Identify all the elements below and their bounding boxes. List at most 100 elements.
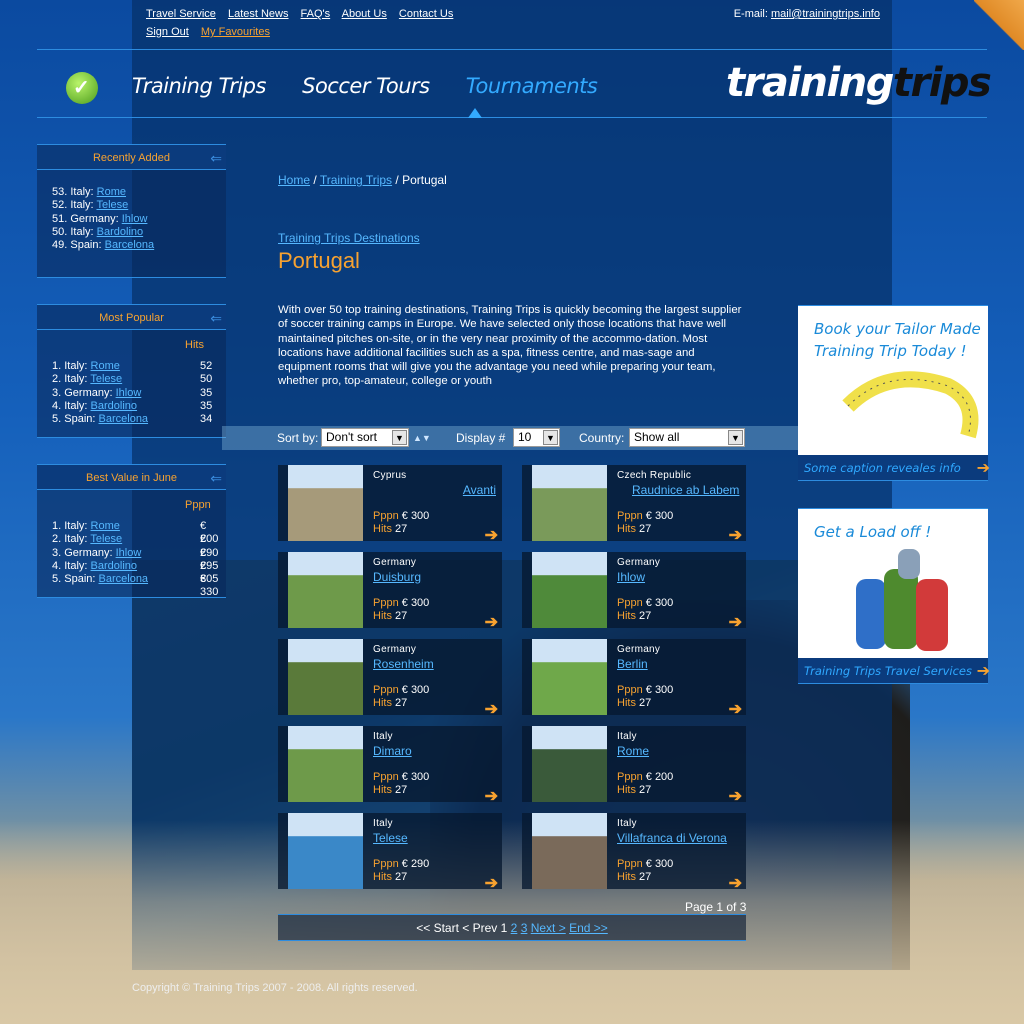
card-city-link[interactable]: Ihlow bbox=[617, 570, 645, 584]
card-hits: Hits 27 bbox=[617, 697, 652, 709]
pager-prev[interactable]: < Prev bbox=[462, 921, 497, 935]
card-city-link[interactable]: Villafranca di Verona bbox=[617, 831, 727, 845]
destination-card[interactable]: Germany Ihlow Pppn € 300 Hits 27 ➔ bbox=[522, 552, 746, 631]
email-link[interactable]: mail@trainingtrips.info bbox=[771, 8, 880, 20]
breadcrumb-home[interactable]: Home bbox=[278, 173, 310, 187]
city-link[interactable]: Rome bbox=[91, 520, 120, 532]
logo[interactable]: trainingtrips bbox=[726, 60, 992, 106]
city-link[interactable]: Telese bbox=[96, 199, 128, 211]
top-link-about-us[interactable]: About Us bbox=[342, 8, 387, 20]
sort-direction-icon[interactable]: ▲▼ bbox=[413, 433, 431, 443]
top-link-latest-news[interactable]: Latest News bbox=[228, 8, 289, 20]
city-link[interactable]: Rome bbox=[91, 360, 120, 372]
card-city-link[interactable]: Telese bbox=[373, 831, 408, 845]
nav-soccer-tours[interactable]: Soccer Tours bbox=[302, 74, 430, 98]
nav-training-trips[interactable]: Training Trips bbox=[132, 74, 266, 98]
country-select[interactable]: Show all ▼ bbox=[629, 428, 745, 447]
destination-card[interactable]: Germany Rosenheim Pppn € 300 Hits 27 ➔ bbox=[278, 639, 502, 718]
destination-card[interactable]: Czech Republic Raudnice ab Labem Pppn € 30… bbox=[522, 465, 746, 544]
pager-page-3[interactable]: 3 bbox=[521, 921, 528, 935]
card-city-link[interactable]: Rome bbox=[617, 744, 649, 758]
card-city-link[interactable]: Duisburg bbox=[373, 570, 421, 584]
pager-start[interactable]: << Start bbox=[416, 921, 459, 935]
arrow-right-icon[interactable]: ➔ bbox=[485, 612, 498, 632]
destination-card[interactable]: Cyprus Avanti Pppn € 300 Hits 27 ➔ bbox=[278, 465, 502, 544]
top-links: Travel Service Latest News FAQ's About U… bbox=[146, 8, 462, 20]
arrow-right-icon[interactable]: ➔ bbox=[729, 873, 742, 893]
arrow-right-icon[interactable]: ➔ bbox=[729, 699, 742, 719]
collapse-arrow-icon[interactable]: ⇐ bbox=[210, 465, 222, 491]
my-favourites-link[interactable]: My Favourites bbox=[201, 26, 270, 38]
card-hits: Hits 27 bbox=[373, 871, 408, 883]
sign-out-link[interactable]: Sign Out bbox=[146, 26, 189, 38]
city-link[interactable]: Barcelona bbox=[105, 239, 155, 251]
city-link[interactable]: Bardolino bbox=[91, 400, 137, 412]
arrow-right-icon[interactable]: ➔ bbox=[729, 525, 742, 545]
destination-card[interactable]: Italy Telese Pppn € 290 Hits 27 ➔ bbox=[278, 813, 502, 892]
breadcrumb-training-trips[interactable]: Training Trips bbox=[320, 173, 392, 187]
pager-page-2[interactable]: 2 bbox=[511, 921, 518, 935]
card-city-link[interactable]: Raudnice ab Labem bbox=[632, 483, 739, 497]
destination-photo[interactable] bbox=[532, 639, 607, 715]
arrow-right-icon[interactable]: ➔ bbox=[729, 612, 742, 632]
card-city-link[interactable]: Avanti bbox=[463, 483, 496, 497]
arrow-right-icon[interactable]: ➔ bbox=[485, 525, 498, 545]
city-link[interactable]: Barcelona bbox=[99, 573, 149, 585]
destination-card[interactable]: Italy Villafranca di Verona Pppn € 300 Hits… bbox=[522, 813, 746, 892]
destination-photo[interactable] bbox=[288, 465, 363, 541]
top-link-contact-us[interactable]: Contact Us bbox=[399, 8, 453, 20]
sort-label: Sort by: bbox=[277, 431, 319, 445]
destination-photo[interactable] bbox=[532, 552, 607, 628]
city-link[interactable]: Telese bbox=[90, 533, 122, 545]
destination-photo[interactable] bbox=[532, 726, 607, 802]
country-label: Country: bbox=[579, 431, 625, 445]
destination-photo[interactable] bbox=[532, 813, 607, 889]
display-select[interactable]: 10 ▼ bbox=[513, 428, 560, 447]
arrow-right-icon[interactable]: ➔ bbox=[485, 699, 498, 719]
arrow-right-icon[interactable]: ➔ bbox=[729, 786, 742, 806]
card-city-link[interactable]: Rosenheim bbox=[373, 657, 434, 671]
city-link[interactable]: Telese bbox=[90, 373, 122, 385]
city-link[interactable]: Ihlow bbox=[122, 213, 148, 225]
nav-tournaments[interactable]: Tournaments bbox=[466, 74, 598, 98]
destination-photo[interactable] bbox=[288, 726, 363, 802]
destination-card[interactable]: Italy Rome Pppn € 200 Hits 27 ➔ bbox=[522, 726, 746, 805]
promo-tailor-made[interactable]: Book your Tailor Made Training Trip Today… bbox=[798, 305, 990, 481]
city-link[interactable]: Ihlow bbox=[116, 547, 142, 559]
card-hits: Hits 27 bbox=[373, 697, 408, 709]
destination-photo[interactable] bbox=[288, 813, 363, 889]
city-link[interactable]: Ihlow bbox=[116, 387, 142, 399]
card-city-link[interactable]: Berlin bbox=[617, 657, 648, 671]
top-link-faqs[interactable]: FAQ's bbox=[301, 8, 331, 20]
collapse-arrow-icon[interactable]: ⇐ bbox=[210, 305, 222, 331]
card-country: Italy bbox=[617, 731, 637, 742]
card-city-link[interactable]: Dimaro bbox=[373, 744, 412, 758]
promo-caption[interactable]: Some caption reveales info ➔ bbox=[798, 455, 990, 481]
promo-travel-services[interactable]: Get a Load off ! Training Trips Travel S… bbox=[798, 508, 990, 684]
destination-photo[interactable] bbox=[288, 639, 363, 715]
city-link[interactable]: Bardolino bbox=[91, 560, 137, 572]
page-info: Page 1 of 3 bbox=[685, 900, 747, 914]
city-link[interactable]: Rome bbox=[97, 186, 126, 198]
city-link[interactable]: Barcelona bbox=[99, 413, 149, 425]
pager-next[interactable]: Next > bbox=[531, 921, 566, 935]
destination-card[interactable]: Germany Berlin Pppn € 300 Hits 27 ➔ bbox=[522, 639, 746, 718]
sort-select[interactable]: Don't sort ▼ bbox=[321, 428, 409, 447]
destinations-link[interactable]: Training Trips Destinations bbox=[278, 231, 420, 245]
arrow-right-icon[interactable]: ➔ bbox=[485, 786, 498, 806]
city-link[interactable]: Bardolino bbox=[97, 226, 143, 238]
most-popular-box: Most Popular ⇐ Hits 1. Italy: Rome 52 2. I… bbox=[37, 304, 226, 438]
destination-card[interactable]: Italy Dimaro Pppn € 300 Hits 27 ➔ bbox=[278, 726, 502, 805]
card-country: Italy bbox=[373, 818, 393, 829]
logo-part-trips: trips bbox=[892, 60, 992, 106]
destination-card[interactable]: Germany Duisburg Pppn € 300 Hits 27 ➔ bbox=[278, 552, 502, 631]
arrow-right-icon[interactable]: ➔ bbox=[485, 873, 498, 893]
destination-photo[interactable] bbox=[532, 465, 607, 541]
top-link-travel-service[interactable]: Travel Service bbox=[146, 8, 216, 20]
arrow-right-icon: ➔ bbox=[976, 458, 990, 477]
promo-caption[interactable]: Training Trips Travel Services ➔ bbox=[798, 658, 990, 684]
pager-end[interactable]: End >> bbox=[569, 921, 608, 935]
destination-photo[interactable] bbox=[288, 552, 363, 628]
collapse-arrow-icon[interactable]: ⇐ bbox=[210, 145, 222, 171]
card-price: Pppn € 300 bbox=[373, 684, 430, 696]
